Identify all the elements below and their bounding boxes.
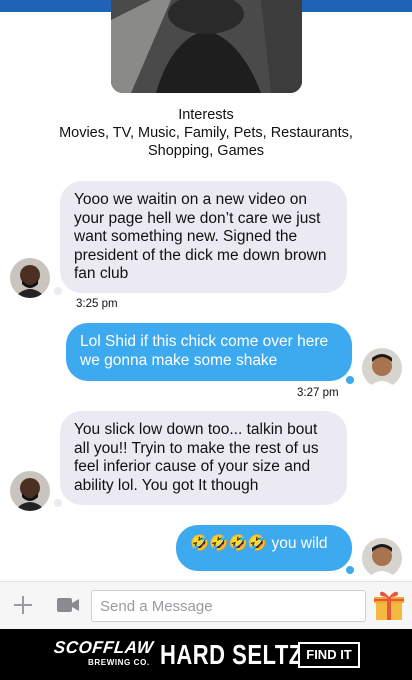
avatar-image (10, 258, 50, 298)
user-avatar[interactable] (362, 348, 402, 388)
message-timestamp: 3:27 pm (297, 387, 339, 399)
message-text: Yooo we waitin on a new video on your pa… (74, 191, 327, 282)
profile-photo-image (111, 0, 302, 93)
avatar-image (362, 538, 402, 578)
message-composer (0, 581, 412, 629)
bubble-tail (54, 499, 62, 507)
profile-photo[interactable] (111, 0, 302, 93)
contact-avatar[interactable] (10, 471, 50, 511)
message-bubble-outgoing[interactable]: 🤣🤣🤣🤣 you wild (176, 525, 352, 571)
message-text: 🤣🤣🤣🤣 you wild (190, 535, 328, 552)
message-text: Lol Shid if this chick come over here we… (80, 333, 329, 369)
ad-banner[interactable]: SCOFFLAW BREWING CO. HARD SELTZER FIND I… (0, 629, 412, 680)
message-bubble-outgoing[interactable]: Lol Shid if this chick come over here we… (66, 323, 352, 381)
user-avatar[interactable] (362, 538, 402, 578)
ad-find-it-button[interactable]: FIND IT (298, 642, 360, 668)
plus-icon[interactable] (12, 594, 34, 616)
interests-list: Movies, TV, Music, Family, Pets, Restaur… (59, 125, 353, 159)
avatar-image (10, 471, 50, 511)
video-camera-icon[interactable] (56, 594, 80, 616)
message-bubble-incoming[interactable]: Yooo we waitin on a new video on your pa… (60, 181, 347, 293)
bubble-tail (54, 287, 62, 295)
ad-brand-sub: BREWING CO. (88, 658, 150, 667)
bubble-tail (346, 566, 354, 574)
bubble-tail (346, 376, 354, 384)
contact-avatar[interactable] (10, 258, 50, 298)
ad-brand-logo: SCOFFLAW (53, 638, 155, 657)
avatar-image (362, 348, 402, 388)
message-bubble-incoming[interactable]: You slick low down too... talkin bout al… (60, 411, 347, 505)
message-text: You slick low down too... talkin bout al… (74, 421, 319, 494)
profile-interests: Interests Movies, TV, Music, Family, Pet… (0, 106, 412, 160)
message-input[interactable] (91, 590, 366, 622)
gift-icon[interactable] (374, 589, 404, 621)
message-timestamp: 3:25 pm (76, 298, 118, 310)
interests-title: Interests (178, 107, 234, 123)
